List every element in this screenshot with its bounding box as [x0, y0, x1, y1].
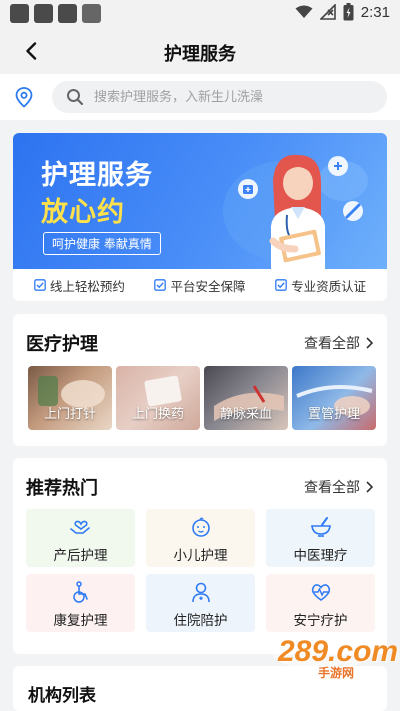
- feature-strip: 线上轻松预约 平台安全保障 专业资质认证: [13, 269, 387, 301]
- tile-label: 中医理疗: [293, 548, 348, 564]
- check-square-icon: [33, 279, 46, 291]
- thumb-label: 上门换药: [131, 407, 184, 422]
- medical-nursing-section: 医疗护理 查看全部 上门打针 上门换药 静脉采血 置管护理: [13, 314, 387, 446]
- feature-label: 平台安全保障: [170, 278, 246, 294]
- clock: 2:31: [360, 3, 390, 21]
- heart-pulse-icon: [311, 584, 330, 601]
- banner-title: 护理服务: [41, 160, 153, 191]
- tile-hospital-escort[interactable]: 住院陪护: [146, 574, 255, 632]
- tile-tcm-therapy[interactable]: 中医理疗: [266, 509, 375, 567]
- view-all-label: 查看全部: [304, 336, 360, 352]
- tile-label: 产后护理: [53, 548, 108, 564]
- heart-hands-icon: [69, 520, 90, 534]
- status-bar: 2:31: [0, 0, 400, 28]
- promo-banner[interactable]: 护理服务 放心约 呵护健康 奉献真情: [13, 133, 387, 269]
- thumb-label: 置管护理: [307, 407, 360, 422]
- app-notification-icon: [82, 4, 101, 23]
- tile-label: 小儿护理: [173, 548, 228, 564]
- service-card-catheter[interactable]: 置管护理: [292, 366, 376, 430]
- nurse-illustration: [223, 154, 368, 269]
- service-card-blood-draw[interactable]: 静脉采血: [204, 366, 288, 430]
- tile-hospice-care[interactable]: 安宁疗护: [266, 574, 375, 632]
- watermark-subtext: 手游网: [318, 666, 355, 680]
- view-all-link[interactable]: 查看全部: [304, 333, 373, 353]
- notification-icon: [34, 4, 53, 23]
- service-card-injection[interactable]: 上门打针: [28, 366, 112, 430]
- mortar-bowl-icon: [310, 517, 331, 537]
- feature-item: 专业资质认证: [275, 276, 366, 295]
- view-all-link[interactable]: 查看全部: [304, 477, 373, 497]
- baby-face-icon: [191, 517, 210, 537]
- search-input[interactable]: [94, 81, 379, 113]
- banner-subtitle: 放心约: [41, 197, 125, 228]
- check-square-icon: [154, 279, 167, 291]
- service-card-dressing[interactable]: 上门换药: [116, 366, 200, 430]
- banner-tag: 呵护健康 奉献真情: [43, 232, 161, 255]
- section-title: 医疗护理: [26, 334, 98, 355]
- notification-icons: [10, 4, 101, 23]
- feature-label: 线上轻松预约: [49, 278, 125, 294]
- wheelchair-icon: [72, 581, 88, 603]
- section-title: 推荐热门: [26, 478, 98, 499]
- app-header: 护理服务: [0, 28, 400, 74]
- view-all-label: 查看全部: [304, 480, 360, 496]
- tile-postpartum-care[interactable]: 产后护理: [26, 509, 135, 567]
- wifi-icon: [295, 5, 313, 18]
- page-title: 护理服务: [164, 44, 236, 65]
- thumb-label: 上门打针: [43, 407, 96, 422]
- notification-icon: [10, 4, 29, 23]
- search-icon: [67, 89, 84, 106]
- feature-item: 线上轻松预约: [33, 276, 125, 295]
- service-thumbnails: 上门打针 上门换药 静脉采血 置管护理: [28, 366, 376, 430]
- thumb-label: 静脉采血: [219, 407, 272, 422]
- tile-label: 住院陪护: [173, 613, 228, 629]
- check-square-icon: [275, 279, 287, 291]
- chevron-right-icon: [366, 481, 373, 493]
- feature-label: 专业资质认证: [291, 278, 367, 294]
- chevron-right-icon: [366, 337, 373, 349]
- promo-card: 护理服务 放心约 呵护健康 奉献真情 线上轻松预约 平台安全保障 专业资质认证: [13, 133, 387, 301]
- tile-label: 康复护理: [53, 613, 108, 629]
- notification-icon: [58, 4, 77, 23]
- tile-label: 安宁疗护: [293, 613, 348, 629]
- section-title: 机构列表: [28, 686, 96, 706]
- nurse-icon: [191, 582, 210, 603]
- feature-item: 平台安全保障: [154, 276, 245, 295]
- tile-child-care[interactable]: 小儿护理: [146, 509, 255, 567]
- search-row: [0, 74, 400, 120]
- hot-services-section: 推荐热门 查看全部 产后护理 小儿护理 中医理疗 康复护理 住院陪护 安宁疗护: [13, 458, 387, 654]
- location-icon[interactable]: [13, 86, 35, 108]
- no-signal-icon: [319, 4, 336, 20]
- hot-services-grid: 产后护理 小儿护理 中医理疗 康复护理 住院陪护 安宁疗护: [26, 509, 375, 632]
- tile-rehab-care[interactable]: 康复护理: [26, 574, 135, 632]
- search-bar[interactable]: [52, 81, 387, 113]
- battery-charging-icon: [343, 3, 354, 21]
